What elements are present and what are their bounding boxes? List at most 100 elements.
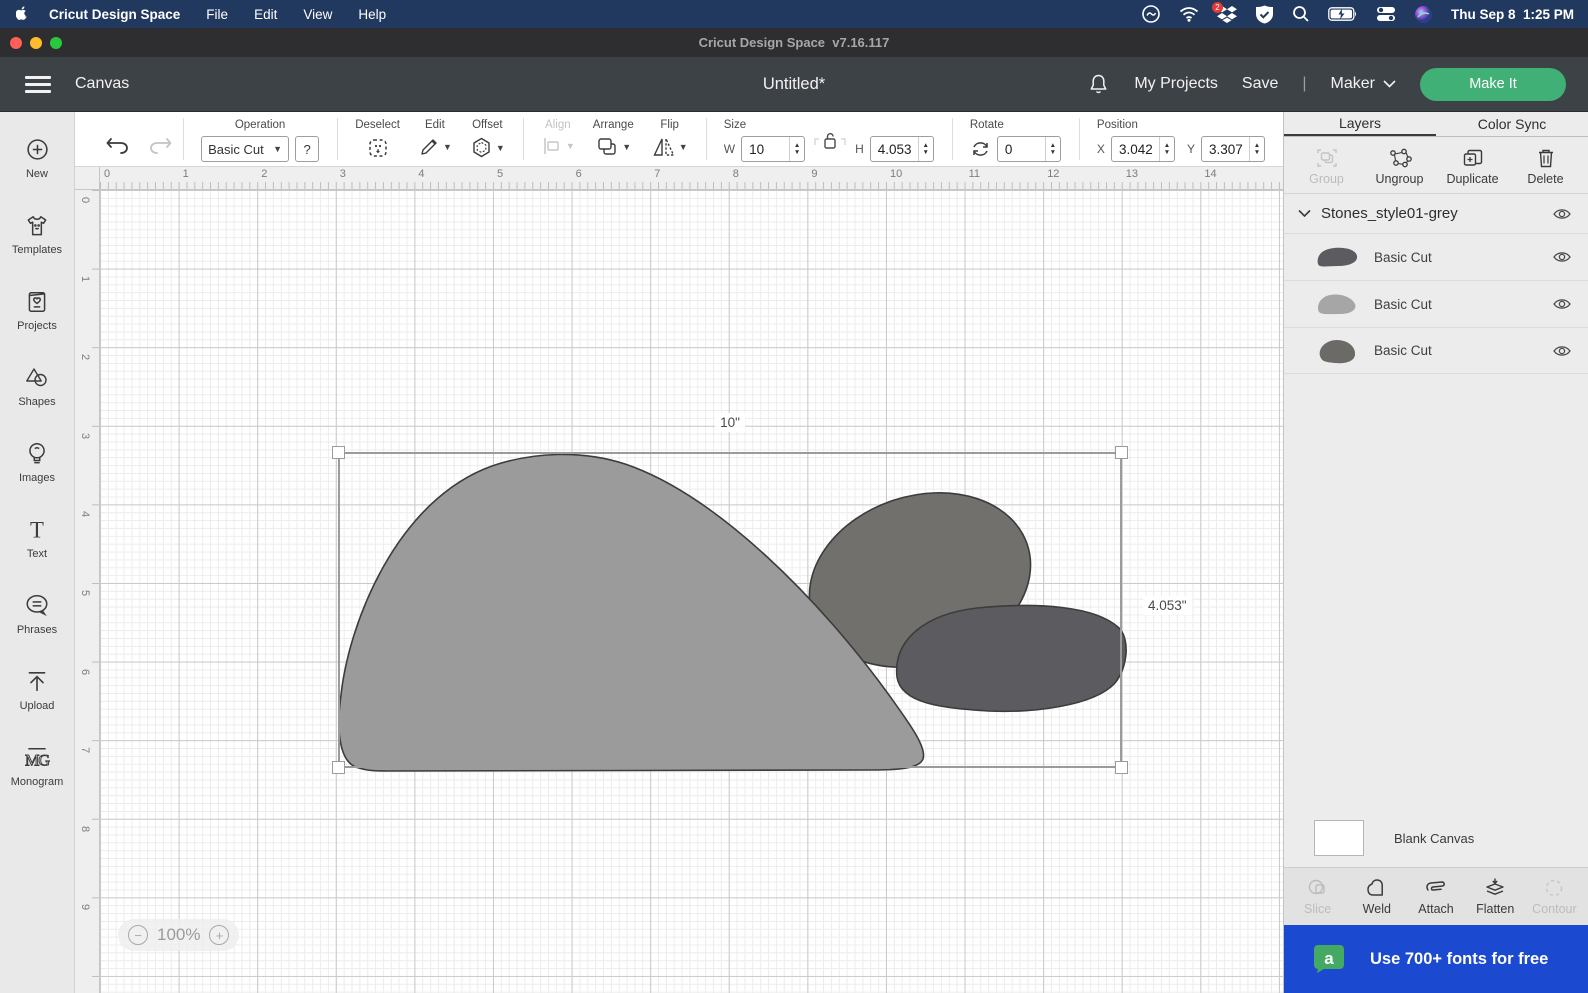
machine-selector-label: Maker bbox=[1331, 75, 1375, 93]
make-it-button[interactable]: Make It bbox=[1420, 68, 1566, 101]
flatten-icon bbox=[1483, 877, 1507, 899]
sidebar-item-templates[interactable]: Templates bbox=[0, 196, 74, 272]
flip-button[interactable]: ▼ bbox=[652, 136, 688, 158]
selection-handle-bottom-left[interactable] bbox=[332, 761, 345, 774]
position-y-stepper[interactable]: ▲▼ bbox=[1249, 137, 1264, 161]
size-lock-icon[interactable] bbox=[813, 131, 847, 151]
undo-button[interactable] bbox=[103, 126, 134, 166]
weld-button[interactable]: Weld bbox=[1347, 871, 1406, 922]
my-projects-link[interactable]: My Projects bbox=[1134, 75, 1218, 93]
fonts-promo-banner[interactable]: a Use 700+ fonts for free bbox=[1284, 925, 1588, 993]
notifications-bell-icon[interactable] bbox=[1087, 72, 1110, 96]
layer-row-2[interactable]: Basic Cut bbox=[1284, 280, 1588, 327]
zoom-in-button[interactable]: + bbox=[209, 925, 229, 945]
wifi-icon[interactable] bbox=[1179, 6, 1199, 22]
layer-actions: Group Ungroup Duplicate Delete bbox=[1284, 137, 1588, 194]
position-x-input[interactable]: 3.042 ▲▼ bbox=[1111, 136, 1175, 162]
menu-view[interactable]: View bbox=[303, 7, 332, 22]
selection-handle-bottom-right[interactable] bbox=[1115, 761, 1128, 774]
sidebar-item-new[interactable]: New bbox=[0, 120, 74, 196]
sidebar-item-images[interactable]: Images bbox=[0, 424, 74, 500]
creative-cloud-icon[interactable] bbox=[1141, 4, 1161, 24]
shield-check-icon[interactable] bbox=[1255, 5, 1274, 24]
delete-button[interactable]: Delete bbox=[1509, 141, 1582, 191]
layer-group-header[interactable]: Stones_style01-grey bbox=[1284, 194, 1588, 233]
battery-icon[interactable] bbox=[1328, 7, 1358, 21]
phrases-icon bbox=[24, 593, 50, 619]
rotate-icon[interactable] bbox=[970, 139, 991, 159]
menu-hamburger-icon[interactable] bbox=[25, 76, 51, 93]
sidebar-item-monogram[interactable]: MG Monogram bbox=[0, 728, 74, 804]
layer-row-1[interactable]: Basic Cut bbox=[1284, 233, 1588, 280]
edit-button[interactable]: ▼ bbox=[418, 136, 452, 158]
sidebar-item-phrases[interactable]: Phrases bbox=[0, 576, 74, 652]
attach-label: Attach bbox=[1418, 902, 1453, 916]
siri-icon[interactable] bbox=[1414, 5, 1433, 24]
menubar-clock[interactable]: Thu Sep 8 1:25 PM bbox=[1451, 7, 1574, 22]
flip-group: Flip ▼ bbox=[652, 112, 688, 166]
layer-row-3[interactable]: Basic Cut bbox=[1284, 327, 1588, 374]
selection-handle-top-right[interactable] bbox=[1115, 446, 1128, 459]
layer-group-name: Stones_style01-grey bbox=[1321, 205, 1458, 222]
selection-bounding-box[interactable] bbox=[338, 452, 1122, 768]
blank-canvas-row[interactable]: Blank Canvas bbox=[1284, 809, 1588, 867]
flatten-button[interactable]: Flatten bbox=[1466, 871, 1525, 922]
rotate-input[interactable]: 0 ▲▼ bbox=[997, 136, 1061, 162]
chevron-down-icon[interactable] bbox=[1298, 209, 1311, 218]
width-stepper[interactable]: ▲▼ bbox=[789, 137, 804, 161]
menu-edit[interactable]: Edit bbox=[254, 7, 277, 22]
width-axis-label: W bbox=[724, 142, 735, 156]
dropbox-badge: 2 bbox=[1212, 2, 1223, 13]
chevron-down-icon: ▼ bbox=[622, 142, 631, 152]
operation-select[interactable]: Basic Cut ▼ bbox=[201, 136, 289, 162]
promo-text: Use 700+ fonts for free bbox=[1370, 950, 1548, 969]
canvas-nav-label[interactable]: Canvas bbox=[75, 75, 129, 93]
deselect-icon bbox=[366, 136, 390, 160]
ungroup-label: Ungroup bbox=[1376, 172, 1424, 186]
eye-icon[interactable] bbox=[1552, 344, 1572, 358]
selection-handle-top-left[interactable] bbox=[332, 446, 345, 459]
redo-button[interactable] bbox=[144, 126, 175, 166]
operation-help-button[interactable]: ? bbox=[295, 136, 319, 162]
height-input[interactable]: 4.053 ▲▼ bbox=[870, 136, 934, 162]
menu-file[interactable]: File bbox=[206, 7, 228, 22]
arrange-button[interactable]: ▼ bbox=[595, 136, 631, 158]
position-x-stepper[interactable]: ▲▼ bbox=[1159, 137, 1174, 161]
menu-help[interactable]: Help bbox=[358, 7, 386, 22]
save-link[interactable]: Save bbox=[1242, 75, 1278, 93]
tab-layers[interactable]: Layers bbox=[1284, 112, 1436, 136]
sidebar-item-label: Text bbox=[27, 548, 47, 560]
machine-selector[interactable]: Maker bbox=[1331, 75, 1396, 93]
rotate-stepper[interactable]: ▲▼ bbox=[1045, 137, 1060, 161]
sidebar-item-shapes[interactable]: Shapes bbox=[0, 348, 74, 424]
position-y-input[interactable]: 3.307 ▲▼ bbox=[1201, 136, 1265, 162]
attach-button[interactable]: Attach bbox=[1406, 871, 1465, 922]
zoom-out-button[interactable]: − bbox=[128, 925, 148, 945]
arrange-icon bbox=[595, 136, 619, 158]
spotlight-icon[interactable] bbox=[1292, 5, 1310, 23]
sidebar-item-text[interactable]: T Text bbox=[0, 500, 74, 576]
close-window-button[interactable] bbox=[10, 37, 22, 49]
dropbox-icon[interactable]: 2 bbox=[1217, 5, 1237, 23]
height-stepper[interactable]: ▲▼ bbox=[918, 137, 933, 161]
sidebar-item-projects[interactable]: Projects bbox=[0, 272, 74, 348]
ungroup-button[interactable]: Ungroup bbox=[1363, 141, 1436, 191]
minimize-window-button[interactable] bbox=[30, 37, 42, 49]
zoom-level: 100% bbox=[157, 925, 200, 945]
eye-icon[interactable] bbox=[1552, 297, 1572, 311]
deselect-button[interactable] bbox=[366, 136, 390, 160]
zoom-window-button[interactable] bbox=[50, 37, 62, 49]
width-input[interactable]: 10 ▲▼ bbox=[741, 136, 805, 162]
control-center-icon[interactable] bbox=[1376, 6, 1396, 22]
flatten-label: Flatten bbox=[1476, 902, 1514, 916]
svg-text:T: T bbox=[30, 517, 44, 542]
design-canvas[interactable]: 01234567891011121314 0123456789 10" 4.05… bbox=[75, 167, 1283, 993]
apple-icon[interactable] bbox=[16, 6, 31, 23]
eye-icon[interactable] bbox=[1552, 250, 1572, 264]
duplicate-button[interactable]: Duplicate bbox=[1436, 141, 1509, 191]
sidebar-item-upload[interactable]: Upload bbox=[0, 652, 74, 728]
offset-button[interactable]: ▼ bbox=[470, 136, 505, 159]
tab-color-sync[interactable]: Color Sync bbox=[1436, 112, 1588, 136]
menubar-app-name[interactable]: Cricut Design Space bbox=[49, 7, 180, 22]
eye-icon[interactable] bbox=[1552, 207, 1572, 221]
